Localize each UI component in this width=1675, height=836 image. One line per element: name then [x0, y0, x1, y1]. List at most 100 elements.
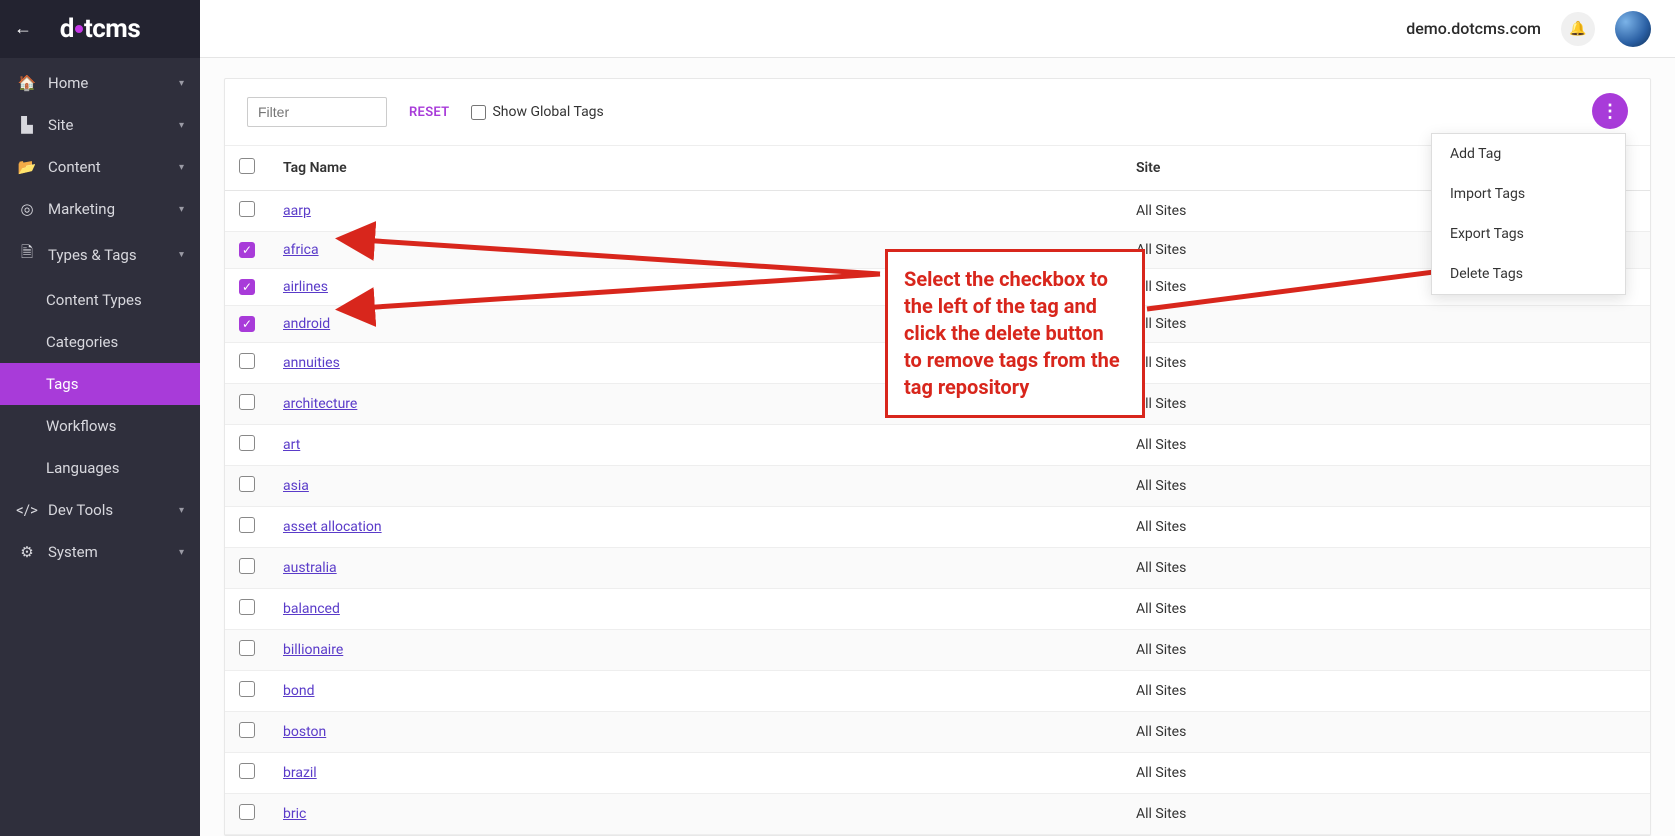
tag-site: All Sites [1122, 548, 1650, 589]
row-checkbox[interactable] [239, 394, 255, 410]
sidebar-item-system[interactable]: ⚙ System ▾ [0, 531, 200, 573]
sidebar-subitem-categories[interactable]: Categories [0, 321, 200, 363]
sidebar-item-dev-tools[interactable]: </> Dev Tools ▾ [0, 489, 200, 531]
dropdown-item-import-tags[interactable]: Import Tags [1432, 174, 1625, 214]
table-row: art All Sites [225, 425, 1650, 466]
sidebar-item-marketing[interactable]: ◎Marketing▾ [0, 188, 200, 230]
notifications-icon[interactable]: 🔔 [1561, 12, 1595, 46]
tag-link[interactable]: billionaire [283, 642, 343, 658]
tag-site: All Sites [1122, 589, 1650, 630]
tag-link[interactable]: africa [283, 242, 319, 258]
tag-site: All Sites [1122, 507, 1650, 548]
sidebar-item-content[interactable]: 📂 Content ▾ [0, 146, 200, 188]
chevron-down-icon: ▾ [179, 505, 184, 516]
sidebar-item-site[interactable]: ▙ Site ▾ [0, 104, 200, 146]
tag-link[interactable]: bric [283, 806, 306, 822]
sidebar-item-label: Site [48, 116, 73, 134]
tag-link[interactable]: balanced [283, 601, 340, 617]
sidebar: ← dtcms 🏠 Home ▾ ▙ Site ▾ 📂 Content ▾ ◎ Marketing ▾… [0, 0, 200, 836]
nav: 🏠 Home ▾ ▙ Site ▾ 📂 Content ▾ ◎ Marketing ▾ 🗎Types &… [0, 58, 200, 573]
sidebar-item-label: Home [48, 74, 88, 92]
avatar[interactable] [1615, 11, 1651, 47]
table-row: brazilAll Sites [225, 753, 1650, 794]
marketing-icon: ◎ [18, 200, 36, 218]
tag-link[interactable]: australia [283, 560, 337, 576]
show-global-tags-toggle[interactable]: Show Global Tags [471, 104, 603, 120]
tags-panel: RESET Show Global Tags ⋮ Add TagImport T… [224, 78, 1651, 836]
row-checkbox[interactable] [239, 201, 255, 217]
row-checkbox[interactable] [239, 599, 255, 615]
tag-link[interactable]: airlines [283, 279, 328, 295]
sidebar-item-label: Dev Tools [48, 501, 113, 519]
chevron-down-icon: ▾ [179, 120, 184, 131]
sidebar-item-label: Types & Tags [48, 246, 137, 264]
sidebar-subitem-content-types[interactable]: Content Types [0, 279, 200, 321]
sidebar-item-label: Marketing [48, 200, 115, 218]
tag-link[interactable]: asia [283, 478, 309, 494]
more-actions-button[interactable]: ⋮ [1592, 93, 1628, 129]
reset-button[interactable]: RESET [409, 105, 449, 120]
table-row: boston All Sites [225, 712, 1650, 753]
content-icon: 📂 [18, 158, 36, 176]
row-checkbox[interactable] [239, 681, 255, 697]
chevron-down-icon: ▾ [179, 547, 184, 558]
table-row: asiaAll Sites [225, 466, 1650, 507]
table-row: bric All Sites [225, 794, 1650, 835]
table-row: asset allocation All Sites [225, 507, 1650, 548]
table-row: australia All Sites [225, 548, 1650, 589]
logo: dtcms [60, 14, 140, 44]
tag-link[interactable]: android [283, 316, 330, 332]
tag-link[interactable]: architecture [283, 396, 357, 412]
back-icon[interactable]: ← [14, 18, 32, 39]
devtools-icon: </> [18, 501, 36, 519]
tag-site: All Sites [1122, 425, 1650, 466]
chevron-down-icon: ▾ [179, 78, 184, 89]
tag-link[interactable]: annuities [283, 355, 340, 371]
sidebar-item-label: System [48, 543, 98, 561]
dropdown-item-export-tags[interactable]: Export Tags [1432, 214, 1625, 254]
row-checkbox[interactable] [239, 435, 255, 451]
row-checkbox[interactable] [239, 279, 255, 295]
select-all-checkbox[interactable] [239, 158, 255, 174]
row-checkbox[interactable] [239, 316, 255, 332]
tag-link[interactable]: asset allocation [283, 519, 382, 535]
site-label[interactable]: demo.dotcms.com [1406, 19, 1541, 38]
chevron-down-icon: ▾ [179, 162, 184, 173]
dropdown-item-add-tag[interactable]: Add Tag [1432, 134, 1625, 174]
tag-site: All Sites [1122, 712, 1650, 753]
column-header-name[interactable]: Tag Name [269, 146, 1122, 191]
tag-site: All Sites [1122, 794, 1650, 835]
main: demo.dotcms.com 🔔 RESET Show Global Tags… [200, 0, 1675, 836]
row-checkbox[interactable] [239, 763, 255, 779]
system-icon: ⚙ [18, 543, 36, 561]
tag-link[interactable]: aarp [283, 203, 311, 219]
sidebar-item-home[interactable]: 🏠 Home ▾ [0, 62, 200, 104]
row-checkbox[interactable] [239, 242, 255, 258]
row-checkbox[interactable] [239, 722, 255, 738]
sidebar-item-label: Content [48, 158, 101, 176]
row-checkbox[interactable] [239, 804, 255, 820]
tag-link[interactable]: boston [283, 724, 326, 740]
table-row: billionaireAll Sites [225, 630, 1650, 671]
tag-link[interactable]: art [283, 437, 300, 453]
sidebar-subitem-languages[interactable]: Languages [0, 447, 200, 489]
row-checkbox[interactable] [239, 558, 255, 574]
site-icon: ▙ [18, 116, 36, 134]
sidebar-subitem-workflows[interactable]: Workflows [0, 405, 200, 447]
row-checkbox[interactable] [239, 476, 255, 492]
tag-site: All Sites [1122, 306, 1650, 343]
row-checkbox[interactable] [239, 353, 255, 369]
tag-site: All Sites [1122, 384, 1650, 425]
dropdown-item-delete-tags[interactable]: Delete Tags [1432, 254, 1625, 294]
show-global-tags-checkbox[interactable] [471, 105, 486, 120]
row-checkbox[interactable] [239, 640, 255, 656]
sidebar-subitem-tags[interactable]: Tags [0, 363, 200, 405]
sidebar-item-types-tags[interactable]: 🗎Types & Tags▴ [0, 230, 200, 279]
home-icon: 🏠 [18, 74, 36, 92]
tag-link[interactable]: bond [283, 683, 314, 699]
row-checkbox[interactable] [239, 517, 255, 533]
topbar: demo.dotcms.com 🔔 [200, 0, 1675, 58]
filter-input[interactable] [247, 97, 387, 127]
select-all-header [225, 146, 269, 191]
tag-link[interactable]: brazil [283, 765, 317, 781]
